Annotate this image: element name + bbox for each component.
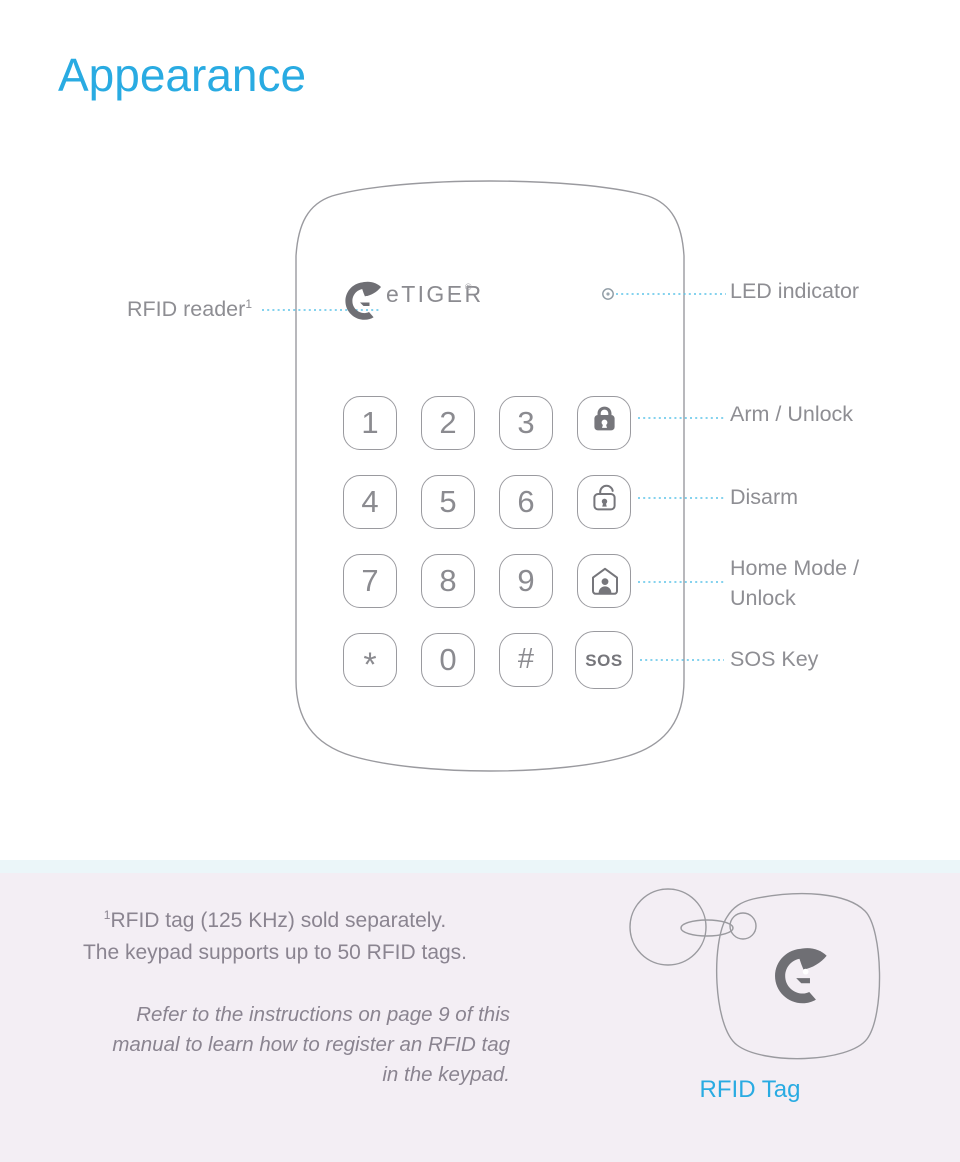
keypad-grid: 1 2 3 4 5 6 7 8 9 * 0 # SOS [343, 396, 633, 689]
footnote-line-1: 1RFID tag (125 KHz) sold separately. [40, 905, 510, 937]
sos-key[interactable]: SOS [575, 631, 633, 689]
device-illustration: eTIGER ® 1 2 3 4 5 6 7 8 9 * 0 # SOS RFI… [0, 0, 960, 860]
key-0[interactable]: 0 [421, 633, 475, 687]
callout-home-mode-line1: Home Mode / [730, 556, 860, 580]
key-9[interactable]: 9 [499, 554, 553, 608]
instruction-text: Refer to the instructions on page 9 of t… [40, 1000, 510, 1090]
sos-key-label: SOS [585, 650, 623, 670]
keyring-connector-icon [680, 919, 734, 937]
section-divider [0, 860, 960, 873]
rfid-tag-hole-icon [729, 912, 757, 940]
callout-sos-key: SOS Key [730, 647, 819, 671]
rfid-tag-illustration [615, 875, 885, 1090]
key-8[interactable]: 8 [421, 554, 475, 608]
rfid-tag-svg [629, 888, 881, 1060]
callout-led-indicator: LED indicator [730, 279, 860, 303]
callout-disarm: Disarm [730, 485, 799, 509]
callout-arm-unlock: Arm / Unlock [730, 402, 854, 426]
key-5[interactable]: 5 [421, 475, 475, 529]
key-1[interactable]: 1 [343, 396, 397, 450]
key-3[interactable]: 3 [499, 396, 553, 450]
key-star[interactable]: * [343, 633, 397, 687]
keyring-circle-icon [629, 888, 707, 966]
disarm-key[interactable] [577, 475, 631, 529]
key-hash[interactable]: # [499, 633, 553, 687]
callout-rfid-reader-text: RFID reader [127, 297, 246, 321]
home-mode-key[interactable] [577, 554, 631, 608]
callout-rfid-reader-marker: 1 [245, 296, 252, 311]
instruction-line-2: manual to learn how to register an RFID … [112, 1033, 510, 1056]
rfid-tag-body-outline [716, 892, 881, 1060]
etiger-trademark-symbol: ® [465, 282, 472, 292]
callout-rfid-reader: RFID reader1 [0, 294, 252, 324]
etiger-tiger-head-icon [345, 281, 381, 320]
arm-unlock-key[interactable] [577, 396, 631, 450]
appearance-section: Appearance eTIGER ® 1 2 3 4 5 6 7 8 9 * … [0, 0, 960, 860]
footnote-line-2: The keypad supports up to 50 RFID tags. [82, 941, 468, 964]
key-2[interactable]: 2 [421, 396, 475, 450]
instruction-line-3: in the keypad. [382, 1063, 510, 1086]
rfid-tag-caption: RFID Tag [699, 1076, 801, 1103]
callout-home-mode: Home Mode / Unlock [730, 553, 859, 613]
etiger-tiger-head-icon [775, 948, 827, 1004]
key-4[interactable]: 4 [343, 475, 397, 529]
led-indicator-core-icon [606, 292, 610, 296]
key-7[interactable]: 7 [343, 554, 397, 608]
callout-home-mode-line2: Unlock [730, 586, 796, 610]
footnote-text: 1RFID tag (125 KHz) sold separately. The… [40, 905, 510, 969]
footnote-line-1-text: RFID tag (125 KHz) sold separately. [110, 909, 447, 932]
key-6[interactable]: 6 [499, 475, 553, 529]
instruction-line-1: Refer to the instructions on page 9 of t… [136, 1003, 510, 1026]
